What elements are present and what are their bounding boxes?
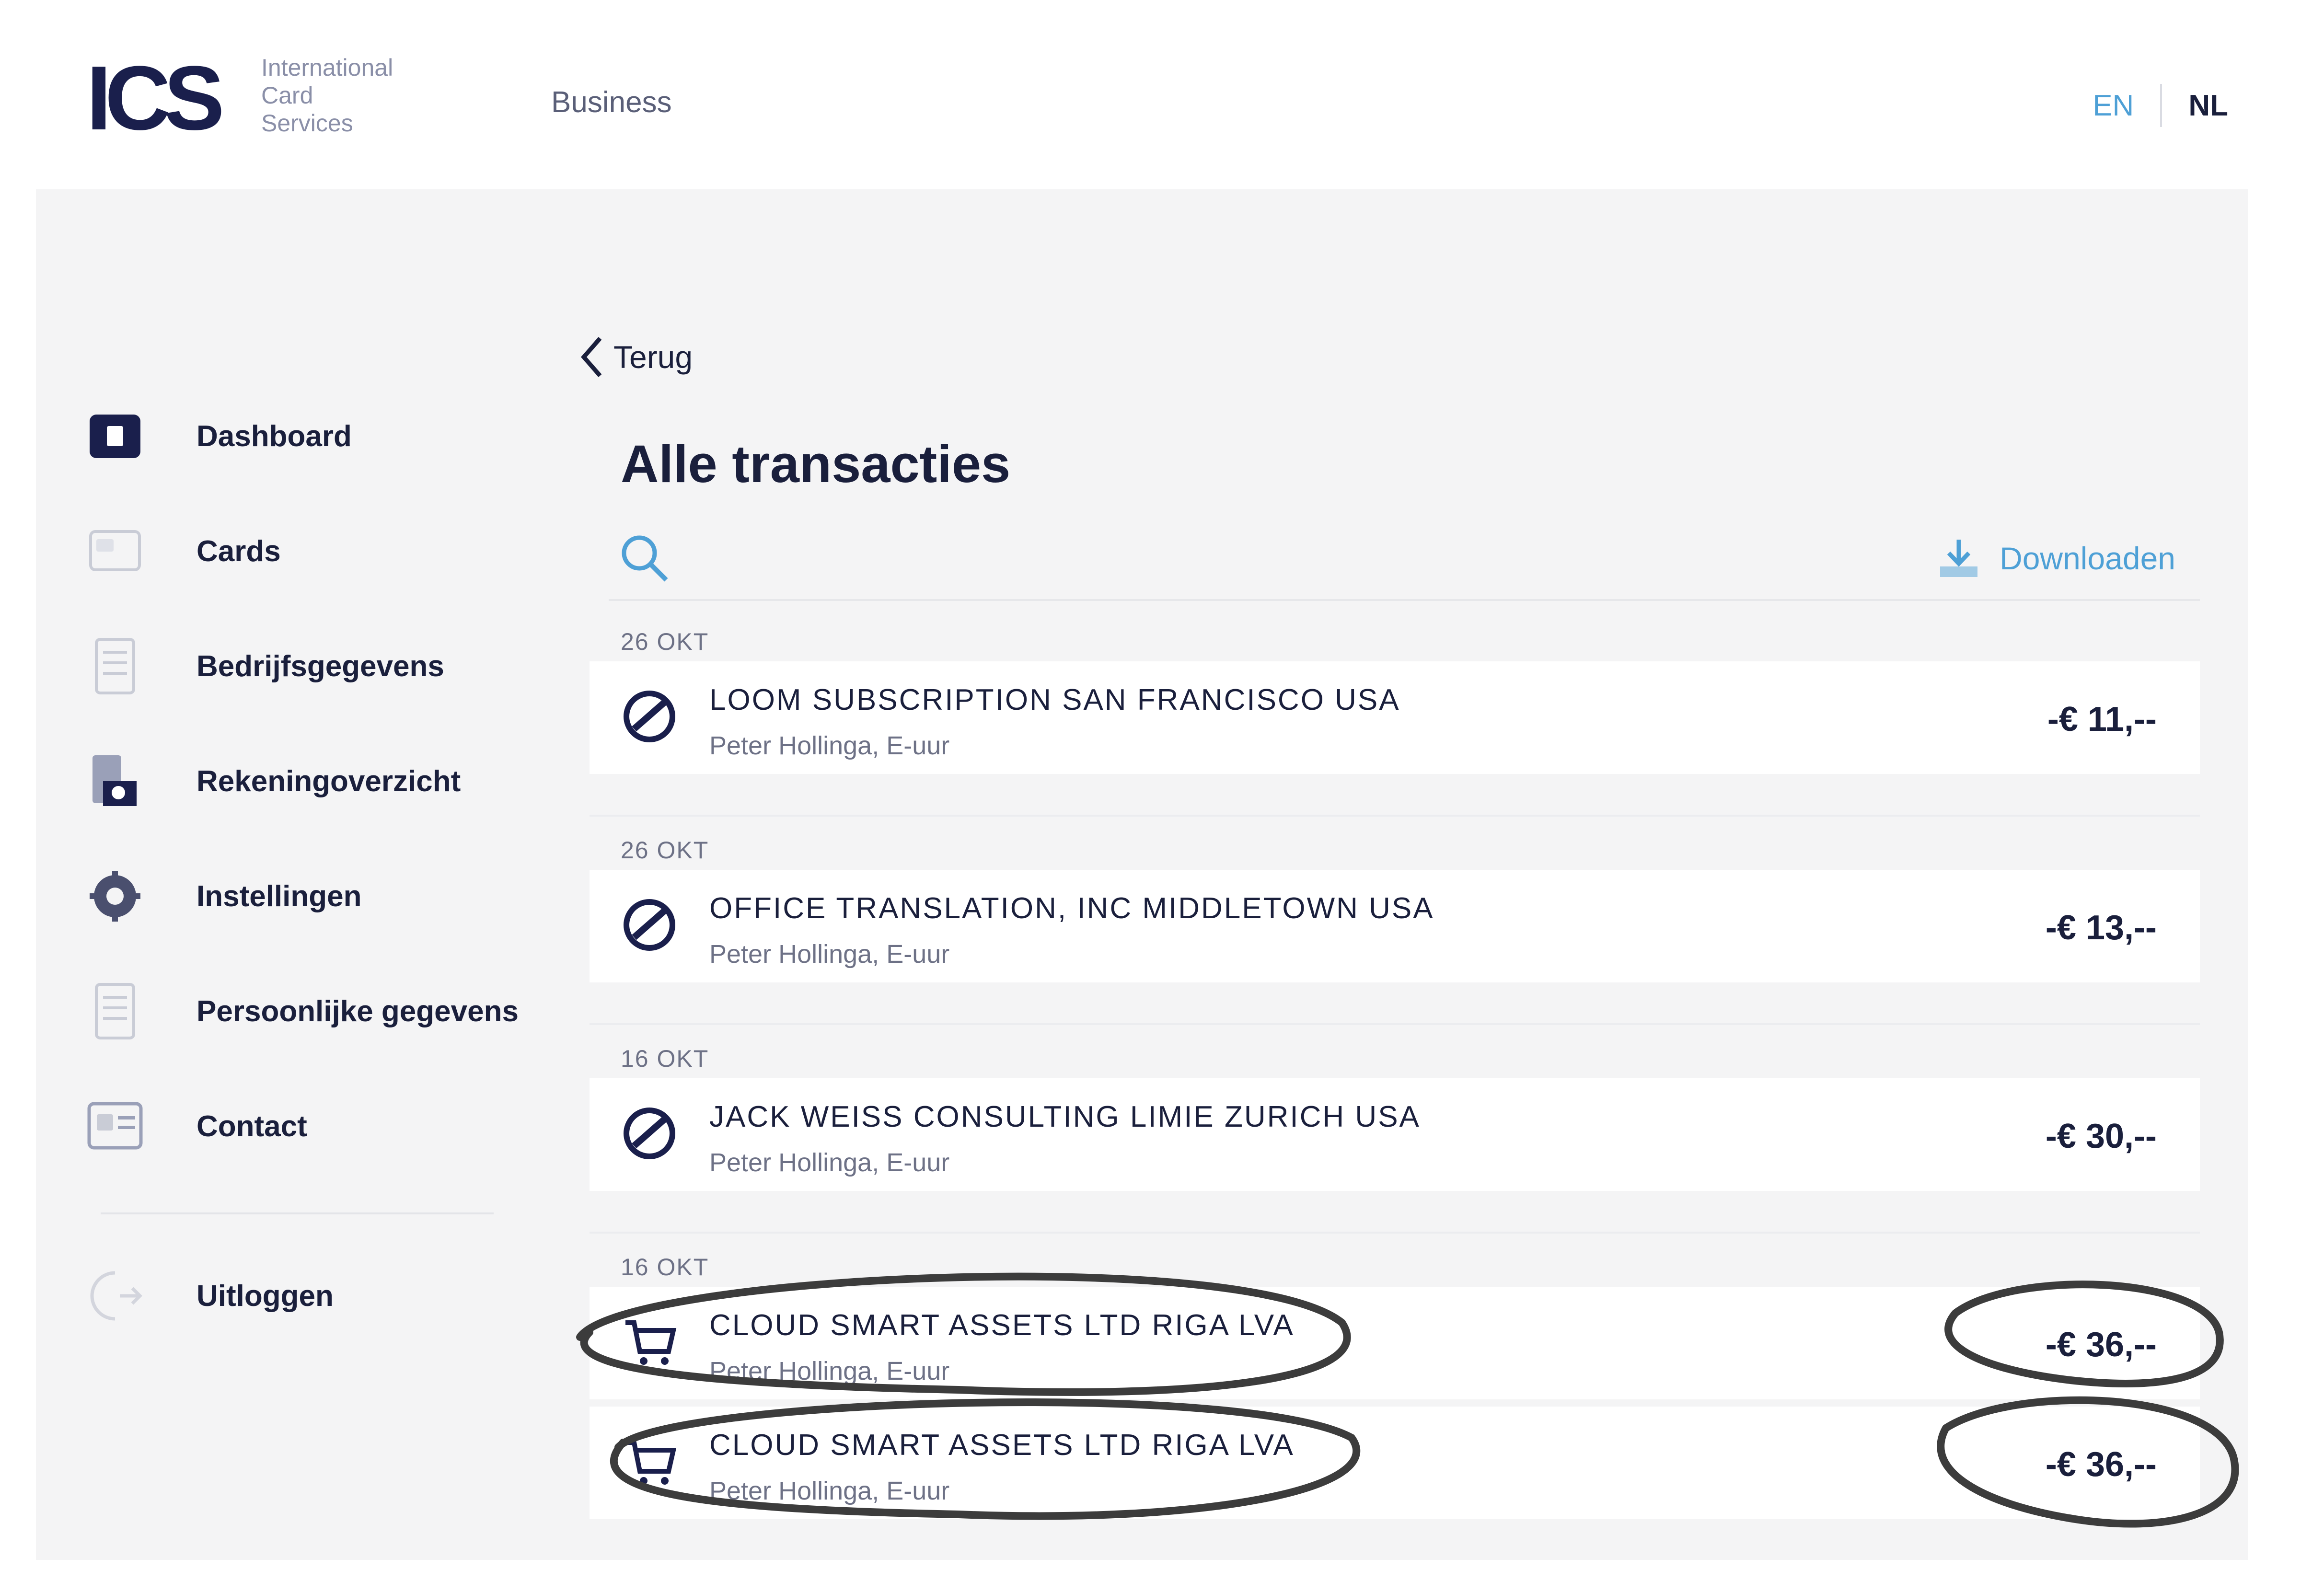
- sidebar-divider: [101, 1212, 494, 1214]
- gear-icon: [86, 867, 144, 925]
- transaction-row[interactable]: OFFICE TRANSLATION, INC MIDDLETOWN USA P…: [590, 870, 2200, 982]
- logo-line-2: Card: [261, 82, 313, 109]
- back-label: Terug: [613, 339, 693, 375]
- download-label: Downloaden: [2000, 541, 2175, 576]
- download-icon: [1940, 540, 1978, 577]
- card-icon: [86, 522, 144, 580]
- cart-icon: [625, 1320, 677, 1365]
- date-header: 26 OKT: [621, 837, 709, 864]
- sidebar-item-label: Contact: [197, 1109, 307, 1143]
- sidebar-item-persoonlijke-gegevens[interactable]: Persoonlijke gegevens: [86, 982, 537, 1040]
- sidebar-item-label: Cards: [197, 534, 281, 568]
- date-header: 16 OKT: [621, 1045, 709, 1072]
- header-section-label: Business: [551, 86, 672, 119]
- document-icon: [86, 637, 144, 695]
- toolbar-divider: [609, 599, 2200, 601]
- sidebar: Dashboard Cards Bedrijfsgegevens Rekenin…: [86, 407, 537, 1382]
- transaction-merchant: CLOUD SMART ASSETS LTD RIGA LVA: [709, 1429, 1295, 1462]
- transaction-icon: [624, 691, 675, 742]
- transaction-amount: -€ 36,--: [2045, 1445, 2157, 1484]
- logo-mark: ICS: [86, 47, 225, 149]
- date-header: 16 OKT: [621, 1254, 709, 1281]
- transaction-icon: [624, 1108, 675, 1159]
- transaction-merchant: LOOM SUBSCRIPTION SAN FRANCISCO USA: [709, 683, 1400, 716]
- document-icon: [86, 982, 144, 1040]
- download-button[interactable]: Downloaden: [1937, 537, 2175, 580]
- transaction-amount: -€ 36,--: [2045, 1326, 2157, 1364]
- transaction-row[interactable]: CLOUD SMART ASSETS LTD RIGA LVA Peter Ho…: [590, 1287, 2200, 1399]
- logo-line-1: International: [261, 54, 393, 81]
- sidebar-item-label: Instellingen: [197, 879, 362, 913]
- cart-icon: [625, 1440, 677, 1485]
- transaction-merchant: CLOUD SMART ASSETS LTD RIGA LVA: [709, 1309, 1295, 1342]
- transaction-cardholder: Peter Hollinga, E-uur: [709, 1477, 950, 1505]
- transaction-merchant: JACK WEISS CONSULTING LIMIE ZURICH USA: [709, 1100, 1421, 1133]
- sidebar-item-cards[interactable]: Cards: [86, 522, 537, 580]
- date-header: 26 OKT: [621, 628, 709, 655]
- sidebar-item-label: Persoonlijke gegevens: [197, 994, 519, 1028]
- page: ICS International Card Services Business…: [0, 0, 2324, 1581]
- sidebar-item-bedrijfsgegevens[interactable]: Bedrijfsgegevens: [86, 637, 537, 695]
- logout-label: Uitloggen: [197, 1279, 334, 1313]
- lang-nl-link[interactable]: NL: [2188, 89, 2228, 123]
- logout-icon: [86, 1267, 144, 1325]
- top-header: ICS International Card Services Business…: [0, 0, 2324, 189]
- row-divider: [590, 1023, 2200, 1025]
- logout-button[interactable]: Uitloggen: [86, 1267, 537, 1325]
- sidebar-item-contact[interactable]: Contact: [86, 1097, 537, 1155]
- search-icon: [622, 535, 668, 582]
- transaction-cardholder: Peter Hollinga, E-uur: [709, 731, 950, 760]
- page-title: Alle transacties: [621, 435, 1011, 494]
- statement-icon: [86, 752, 144, 810]
- transaction-cardholder: Peter Hollinga, E-uur: [709, 940, 950, 969]
- transaction-row[interactable]: CLOUD SMART ASSETS LTD RIGA LVA Peter Ho…: [590, 1407, 2200, 1519]
- transaction-row[interactable]: JACK WEISS CONSULTING LIMIE ZURICH USA P…: [590, 1078, 2200, 1191]
- transaction-amount: -€ 11,--: [2047, 700, 2157, 739]
- lang-en-link[interactable]: EN: [2093, 89, 2134, 123]
- back-link[interactable]: Terug: [580, 335, 693, 379]
- sidebar-item-rekeningoverzicht[interactable]: Rekeningoverzicht: [86, 752, 537, 810]
- language-switch: EN NL: [2093, 84, 2228, 127]
- logo-line-3: Services: [261, 110, 353, 137]
- contact-icon: [86, 1097, 144, 1155]
- transaction-merchant: OFFICE TRANSLATION, INC MIDDLETOWN USA: [709, 892, 1434, 925]
- chevron-left-icon: [581, 337, 602, 377]
- transaction-row[interactable]: LOOM SUBSCRIPTION SAN FRANCISCO USA Pete…: [590, 661, 2200, 774]
- transaction-cardholder: Peter Hollinga, E-uur: [709, 1357, 950, 1385]
- dashboard-icon: [86, 407, 144, 465]
- row-divider: [590, 1232, 2200, 1234]
- lang-divider: [2160, 84, 2162, 127]
- transaction-icon: [624, 899, 675, 951]
- sidebar-item-instellingen[interactable]: Instellingen: [86, 867, 537, 925]
- sidebar-item-label: Dashboard: [197, 419, 352, 453]
- ics-logo[interactable]: ICS International Card Services: [86, 48, 422, 144]
- search-button[interactable]: [618, 532, 671, 585]
- sidebar-item-label: Bedrijfsgegevens: [197, 649, 444, 683]
- transaction-amount: -€ 13,--: [2045, 909, 2157, 947]
- logo-wordmark: International Card Services: [261, 54, 393, 137]
- sidebar-item-dashboard[interactable]: Dashboard: [86, 407, 537, 465]
- transaction-cardholder: Peter Hollinga, E-uur: [709, 1148, 950, 1177]
- transaction-amount: -€ 30,--: [2045, 1117, 2157, 1155]
- row-divider: [590, 815, 2200, 817]
- sidebar-item-label: Rekeningoverzicht: [197, 764, 461, 798]
